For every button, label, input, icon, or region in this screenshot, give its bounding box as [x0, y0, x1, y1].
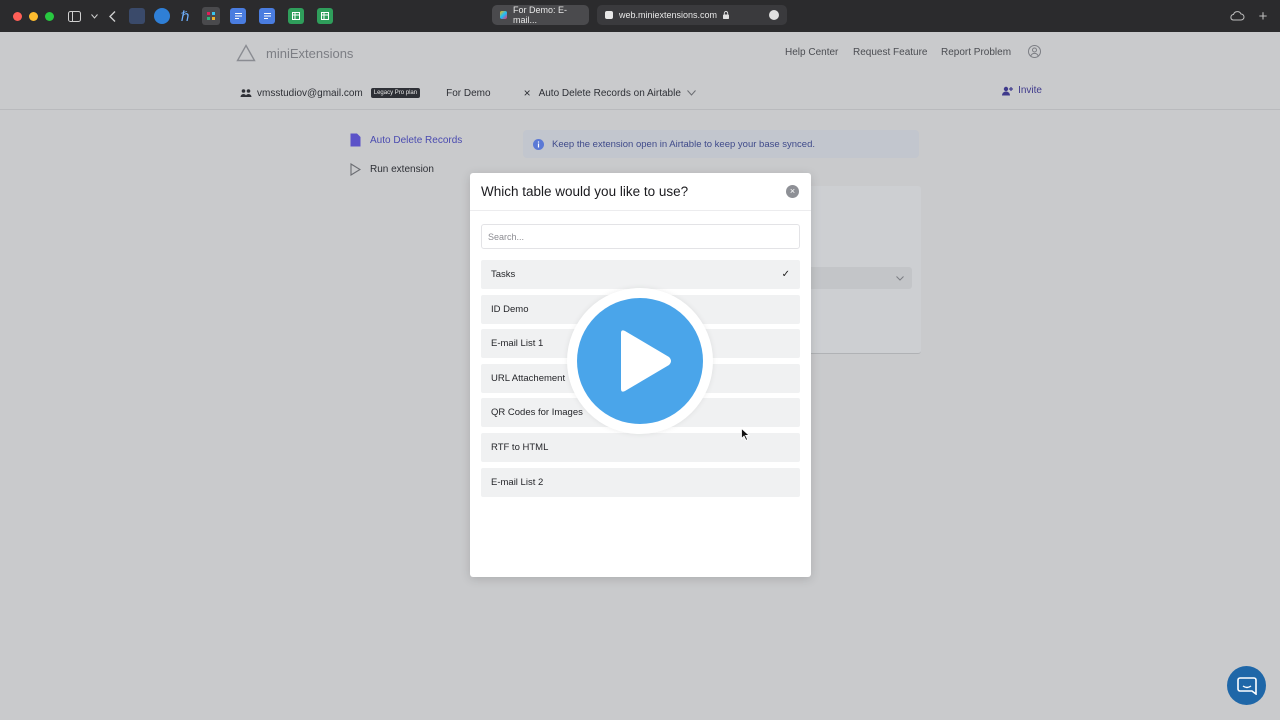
close-extension-icon[interactable]: × [524, 86, 531, 100]
account-email[interactable]: vmsstudiov@gmail.com [257, 88, 363, 99]
airtable-favicon-icon [500, 11, 507, 19]
table-option-label: RTF to HTML [491, 441, 549, 453]
sidebar-item-label: Run extension [370, 164, 434, 175]
chat-icon [1236, 676, 1257, 695]
bookmark-docs-icon[interactable] [230, 8, 246, 24]
checkmark-icon: ✓ [781, 269, 790, 280]
table-option-tasks[interactable]: Tasks ✓ [481, 260, 800, 289]
close-window-button[interactable] [13, 11, 22, 21]
browser-tab-airtable[interactable]: For Demo: E-mail... [492, 5, 589, 25]
browser-toolbar: ℏ For Demo: E-mail... web.miniextensions… [0, 0, 1280, 32]
back-arrow-icon[interactable] [104, 8, 120, 24]
table-option-label: ID Demo [491, 303, 529, 315]
new-tab-plus-icon[interactable]: + [1255, 8, 1271, 25]
sidebar-toggle-icon[interactable] [66, 8, 82, 24]
video-play-button[interactable] [567, 288, 713, 434]
bookmark-sheets-icon[interactable] [288, 8, 304, 24]
request-feature-link[interactable]: Request Feature [853, 47, 928, 58]
play-icon [621, 330, 671, 392]
table-option-label: QR Codes for Images [491, 407, 583, 419]
more-options-icon[interactable] [769, 10, 779, 20]
invite-button[interactable]: Invite [1002, 85, 1042, 96]
bookmark-slack-icon[interactable] [202, 7, 220, 25]
table-option-email-list-2[interactable]: E-mail List 2 [481, 467, 800, 497]
base-selector[interactable]: For Demo [446, 88, 490, 99]
extension-selector[interactable]: Auto Delete Records on Airtable [539, 88, 681, 99]
table-option-label: Tasks [491, 269, 516, 280]
table-option-label: E-mail List 1 [491, 338, 544, 350]
info-banner: Keep the extension open in Airtable to k… [523, 130, 919, 158]
team-icon [240, 89, 252, 97]
table-search-input[interactable] [481, 224, 800, 249]
settings-dropdown[interactable] [808, 267, 912, 289]
document-icon [350, 133, 361, 147]
maximize-window-button[interactable] [45, 11, 54, 21]
report-problem-link[interactable]: Report Problem [941, 47, 1011, 58]
logo-text: miniExtensions [266, 45, 354, 61]
miniextensions-favicon-icon [605, 11, 613, 19]
app-header: miniExtensions Help Center Request Featu… [0, 32, 1280, 110]
chat-support-button[interactable] [1227, 666, 1266, 705]
add-user-icon [1002, 86, 1014, 95]
modal-divider [470, 210, 811, 211]
bookmark-docs-icon[interactable] [259, 8, 275, 24]
tab-group-icon[interactable] [129, 8, 145, 24]
miniextensions-logo-icon [236, 44, 256, 62]
play-circle [577, 298, 703, 424]
help-center-link[interactable]: Help Center [785, 47, 838, 58]
user-profile-icon[interactable] [1028, 45, 1041, 63]
mouse-cursor-icon [741, 428, 750, 441]
table-option-label: E-mail List 2 [491, 476, 544, 488]
tab-label: For Demo: E-mail... [512, 5, 567, 25]
window-controls [13, 11, 54, 21]
table-option-rtf-to-html[interactable]: RTF to HTML [481, 432, 800, 462]
tab-label: web.miniextensions.com [619, 10, 718, 20]
sidebar-item-label: Auto Delete Records [370, 134, 463, 146]
play-outline-icon [350, 163, 361, 176]
logo[interactable]: miniExtensions [236, 44, 353, 62]
browser-tab-miniextensions[interactable]: web.miniextensions.com [597, 5, 787, 25]
invite-label: Invite [1018, 85, 1042, 96]
modal-title: Which table would you like to use? [481, 184, 689, 199]
minimize-window-button[interactable] [29, 11, 38, 21]
table-option-label: URL Attachement [491, 372, 566, 384]
sidebar-item-run-extension[interactable]: Run extension [350, 163, 434, 176]
bookmark-h-icon[interactable]: ℏ [177, 8, 193, 24]
info-icon [533, 138, 544, 150]
info-banner-text: Keep the extension open in Airtable to k… [552, 138, 816, 150]
bookmark-sheets-icon[interactable] [317, 8, 333, 24]
chevron-down-icon [896, 276, 904, 281]
bookmark-icon[interactable] [154, 8, 170, 24]
plan-badge: Legacy Pro plan [370, 88, 421, 98]
close-modal-button[interactable]: × [786, 185, 799, 198]
account-bar: vmsstudiov@gmail.com Legacy Pro plan For… [240, 86, 696, 100]
chevron-down-icon[interactable] [687, 90, 696, 96]
chevron-down-icon[interactable] [86, 8, 102, 24]
cloud-icon[interactable] [1228, 8, 1246, 24]
sidebar-item-auto-delete-records[interactable]: Auto Delete Records [350, 133, 462, 147]
lock-icon [723, 11, 730, 19]
